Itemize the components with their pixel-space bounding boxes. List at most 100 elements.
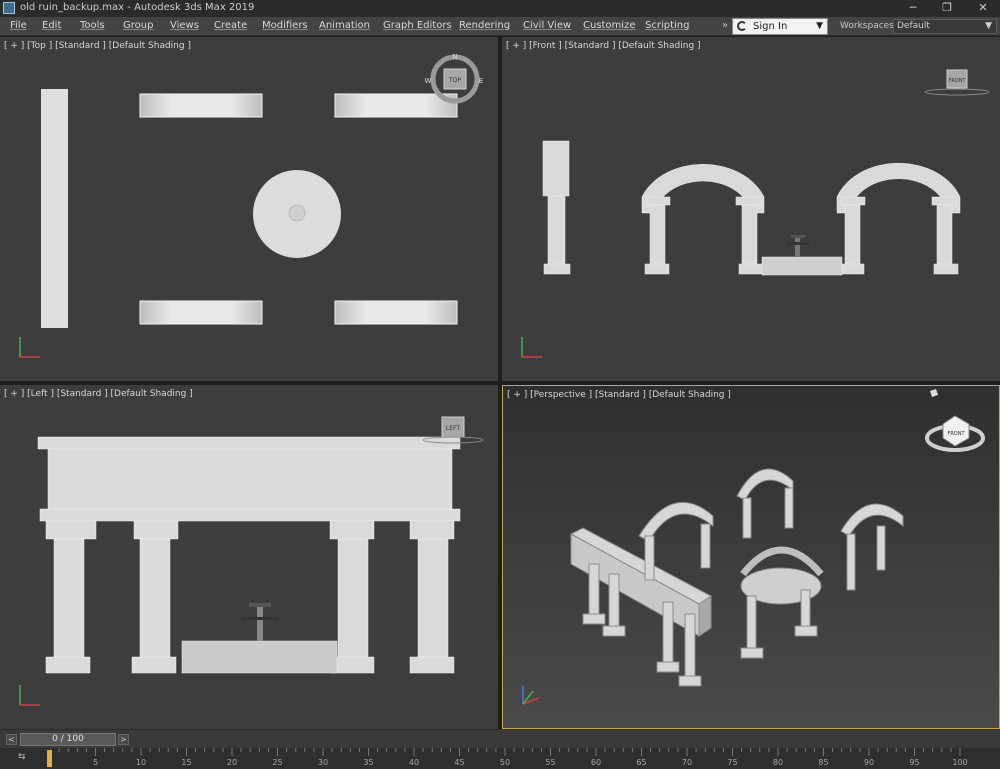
- viewport-label-top[interactable]: [ + ] [Top ] [Standard ] [Default Shadin…: [4, 41, 191, 51]
- menu-graph-editors[interactable]: Graph Editors: [383, 20, 452, 31]
- column-base[interactable]: [738, 263, 764, 275]
- column-shaft[interactable]: [846, 533, 856, 591]
- workspaces-label: Workspaces:: [840, 21, 897, 31]
- viewport-left[interactable]: LEFT [ + ] [Left ] [Standard ] [Default …: [0, 385, 498, 729]
- workspaces-select[interactable]: Default ▼: [893, 19, 997, 34]
- maximize-button[interactable]: ❐: [930, 0, 964, 17]
- fountain-basin[interactable]: [181, 640, 338, 674]
- menu-file[interactable]: File: [10, 20, 27, 31]
- menu-modifiers[interactable]: Modifiers: [262, 20, 308, 31]
- column-base[interactable]: [543, 263, 571, 275]
- time-cursor[interactable]: [47, 750, 52, 767]
- menu-customize[interactable]: Customize: [583, 20, 636, 31]
- column-shaft[interactable]: [742, 497, 752, 539]
- track-toggle-icon[interactable]: ⇆: [18, 752, 26, 762]
- menu-civil-view[interactable]: Civil View: [523, 20, 571, 31]
- column-capital[interactable]: [329, 520, 375, 540]
- column-shaft[interactable]: [662, 601, 674, 665]
- ruler-tick-label: 50: [499, 758, 511, 767]
- wall-body[interactable]: [47, 448, 453, 510]
- column-shaft[interactable]: [417, 538, 449, 658]
- fountain-top[interactable]: [288, 204, 306, 222]
- arch-top-beam[interactable]: [334, 93, 458, 118]
- viewport-label-left[interactable]: [ + ] [Left ] [Standard ] [Default Shadi…: [4, 389, 193, 399]
- frame-ruler[interactable]: 0510152025303540455055606570758085909510…: [47, 748, 990, 769]
- column-capital-block[interactable]: [542, 140, 570, 197]
- next-frame-button[interactable]: >: [118, 734, 129, 745]
- column-base[interactable]: [839, 263, 865, 275]
- column-shaft[interactable]: [649, 204, 666, 266]
- column-shaft[interactable]: [700, 523, 711, 569]
- column-shaft[interactable]: [684, 613, 696, 679]
- column-shaft[interactable]: [876, 525, 886, 571]
- ruler-tick-label: 45: [454, 758, 465, 767]
- wall-cornice[interactable]: [37, 436, 461, 450]
- menu-overflow-icon[interactable]: »: [722, 20, 728, 31]
- close-button[interactable]: ✕: [966, 0, 1000, 17]
- view-cube[interactable]: FRONT: [925, 389, 985, 452]
- column-shaft[interactable]: [784, 487, 794, 529]
- sign-in-dropdown[interactable]: Sign In ▼: [732, 18, 828, 35]
- ruler-tick-label: 70: [681, 758, 693, 767]
- track-bar[interactable]: ⇆ 05101520253035404550556065707580859095…: [0, 748, 1000, 769]
- column-shaft[interactable]: [936, 204, 953, 266]
- column-base[interactable]: [656, 661, 680, 673]
- menu-views[interactable]: Views: [170, 20, 199, 31]
- viewport-perspective[interactable]: FRONT [ + ] [Perspective ] [Standard ] […: [502, 385, 1000, 729]
- column-shaft[interactable]: [53, 538, 85, 658]
- fountain-top[interactable]: [241, 603, 279, 641]
- column-shaft[interactable]: [139, 538, 171, 658]
- menu-create[interactable]: Create: [214, 20, 247, 31]
- wall-base[interactable]: [39, 508, 461, 522]
- column-base[interactable]: [933, 263, 959, 275]
- axis-gizmo: [521, 337, 542, 358]
- column-base[interactable]: [644, 263, 670, 275]
- column-capital[interactable]: [133, 520, 179, 540]
- column-shaft[interactable]: [644, 535, 655, 581]
- column-base[interactable]: [678, 675, 702, 687]
- viewport-label-front[interactable]: [ + ] [Front ] [Standard ] [Default Shad…: [506, 41, 701, 51]
- view-cube[interactable]: FRONT: [924, 69, 990, 96]
- view-cube-label: FRONT: [948, 78, 966, 84]
- column-shaft[interactable]: [741, 204, 758, 266]
- column-base[interactable]: [131, 656, 177, 674]
- menu-scripting[interactable]: Scripting: [645, 20, 689, 31]
- arch-top-beam[interactable]: [139, 93, 263, 118]
- ruler-tick-label: 65: [636, 758, 647, 767]
- menu-group[interactable]: Group: [123, 20, 153, 31]
- fountain-basin[interactable]: [761, 256, 843, 276]
- menu-rendering[interactable]: Rendering: [459, 20, 510, 31]
- column-base[interactable]: [45, 656, 91, 674]
- ruler-tick-label: 30: [317, 758, 329, 767]
- viewport-top[interactable]: TOP N W E [ + ] [Top ] [Standard ] [Defa…: [0, 37, 498, 381]
- menu-edit[interactable]: Edit: [42, 20, 61, 31]
- column-base[interactable]: [740, 647, 764, 659]
- viewport-label-perspective[interactable]: [ + ] [Perspective ] [Standard ] [Defaul…: [507, 390, 731, 400]
- column-shaft[interactable]: [844, 204, 861, 266]
- axis-gizmo: [19, 337, 40, 358]
- arch-top-beam[interactable]: [334, 300, 458, 325]
- column-base[interactable]: [602, 625, 626, 637]
- column-shaft[interactable]: [608, 573, 620, 627]
- column-shaft[interactable]: [588, 563, 600, 617]
- column-base[interactable]: [582, 613, 606, 625]
- column-shaft[interactable]: [800, 589, 811, 631]
- arch-curve[interactable]: [840, 503, 904, 537]
- column-shaft[interactable]: [547, 195, 566, 267]
- minimize-button[interactable]: ─: [896, 0, 930, 17]
- viewport-front[interactable]: FRONT [ + ] [Front ] [Standard ] [Defaul…: [502, 37, 1000, 381]
- column-shaft[interactable]: [337, 538, 369, 658]
- menu-tools[interactable]: Tools: [80, 20, 105, 31]
- arch-top-beam[interactable]: [139, 300, 263, 325]
- menu-animation[interactable]: Animation: [319, 20, 370, 31]
- prev-frame-button[interactable]: <: [6, 734, 17, 745]
- time-slider[interactable]: 0 / 100: [20, 733, 116, 746]
- column-capital[interactable]: [45, 520, 97, 540]
- wall-slab[interactable]: [41, 89, 68, 328]
- app-icon[interactable]: [3, 2, 15, 14]
- column-shaft[interactable]: [746, 595, 757, 651]
- column-base[interactable]: [794, 625, 818, 637]
- column-capital[interactable]: [409, 520, 455, 540]
- fountain-top[interactable]: [787, 235, 809, 257]
- column-base[interactable]: [409, 656, 455, 674]
